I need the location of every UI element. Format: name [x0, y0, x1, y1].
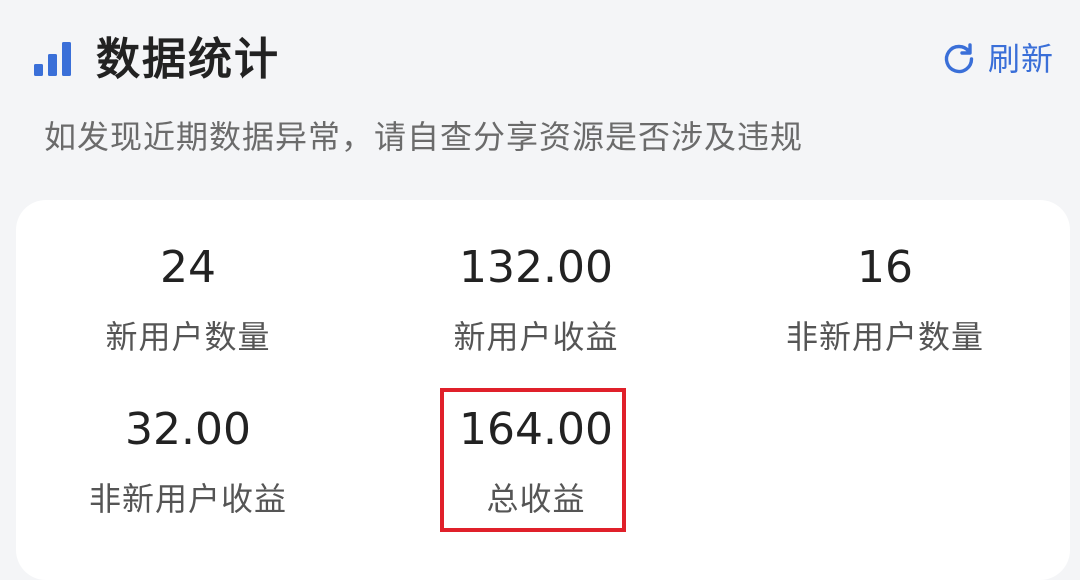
highlight-box — [440, 388, 626, 532]
stat-label: 新用户数量 — [105, 318, 271, 356]
bar-chart-icon — [34, 42, 71, 76]
refresh-icon — [944, 43, 974, 74]
notice-text: 如发现近期数据异常，请自查分享资源是否涉及违规 — [44, 118, 804, 156]
stat-non-new-user-revenue: 32.00 非新用户收益 — [38, 402, 338, 522]
stat-label: 非新用户数量 — [785, 318, 984, 356]
stat-value: 32.00 — [125, 404, 251, 455]
stat-label: 新用户收益 — [453, 318, 619, 356]
stat-label: 非新用户收益 — [88, 480, 287, 518]
page-title: 数据统计 — [96, 34, 280, 85]
header: 数据统计 刷新 — [0, 0, 1080, 120]
stat-non-new-user-count: 16 非新用户数量 — [735, 240, 1035, 360]
stat-new-user-revenue: 132.00 新用户收益 — [386, 240, 686, 360]
stat-value: 24 — [160, 242, 216, 293]
refresh-button[interactable]: 刷新 — [942, 36, 1054, 82]
refresh-label: 刷新 — [987, 40, 1054, 78]
stat-value: 16 — [857, 242, 913, 293]
stat-new-user-count: 24 新用户数量 — [38, 240, 338, 360]
stat-value: 132.00 — [459, 242, 613, 293]
